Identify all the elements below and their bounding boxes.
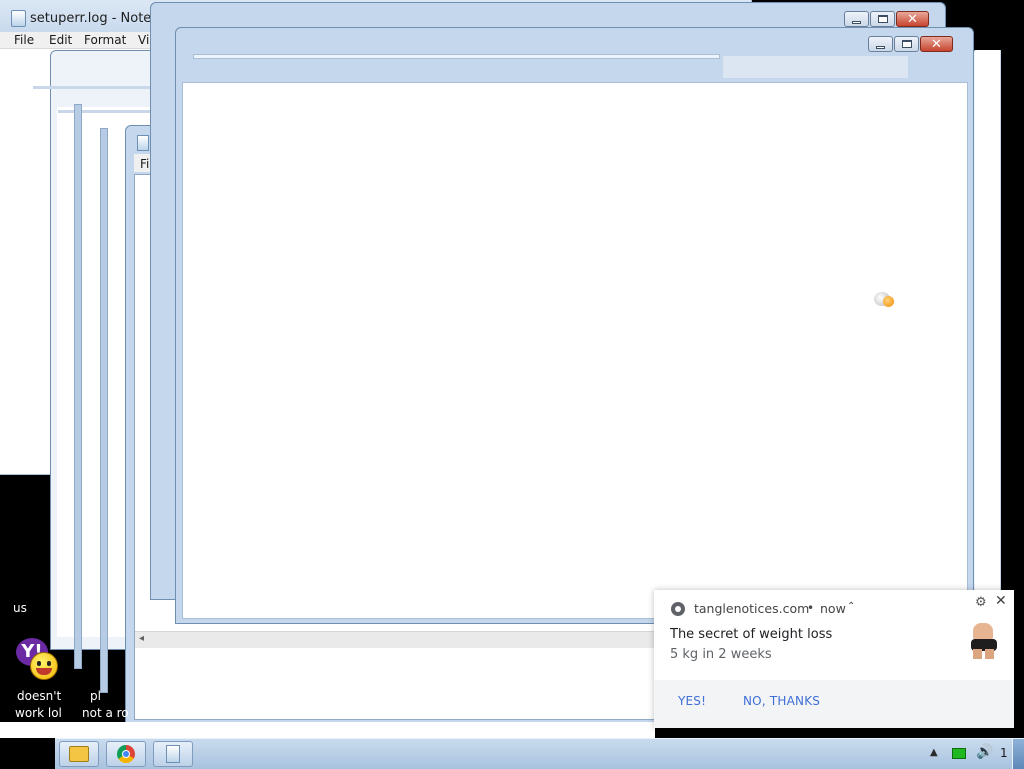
front-maximize-button[interactable] [894,36,919,52]
notification-time: now [820,601,846,616]
yahoo-messenger-icon[interactable]: Y! [16,638,60,682]
taskbar-chrome-button[interactable] [106,741,146,767]
show-desktop-button[interactable] [1012,739,1024,769]
menu-edit[interactable]: Edit [49,33,72,47]
network-icon[interactable] [952,748,966,759]
close-icon: ✕ [907,11,918,27]
menu-format[interactable]: Format [84,33,126,47]
front-minimize-button[interactable] [868,36,893,52]
front-window-content [182,82,968,619]
decline-button[interactable]: NO, THANKS [743,694,820,708]
notepad-icon [11,10,26,27]
taskbar-explorer-button[interactable] [59,741,99,767]
ghost-frame-left-1 [74,104,82,669]
taskbar: ▲ 🔊 1 [55,738,1024,769]
close-icon[interactable]: ✕ [995,593,1007,609]
desktop-icon-label: pl [90,689,101,703]
minimize-icon [852,20,861,24]
taskbar-notepad-button[interactable] [153,741,193,767]
middle-minimize-button[interactable] [844,11,869,27]
front-close-button[interactable]: ✕ [920,36,953,52]
tray-expand-icon[interactable]: ▲ [930,747,938,758]
ghost-notepad-icon [137,135,149,151]
right-edge-panel [975,50,1001,610]
notification-site: tanglenotices.com [694,601,810,616]
address-bar[interactable] [193,54,720,59]
middle-close-button[interactable]: ✕ [896,11,929,27]
ghost-caption-line [33,86,153,89]
search-box[interactable] [723,56,908,78]
menu-file[interactable]: File [14,33,34,47]
windows-explorer-icon [69,746,89,762]
busy-cursor-icon [874,290,896,308]
notification-message: 5 kg in 2 weeks [670,647,772,662]
ghost-menu-file: Fi [140,157,150,171]
maximize-icon [901,40,912,48]
desktop-label-fragment: us [13,601,27,615]
desktop-icon-label: not a ro [82,706,129,720]
close-icon: ✕ [931,36,942,52]
ghost-caption-line [58,110,158,113]
chrome-icon [117,745,135,763]
ghost-frame-left-2 [100,128,108,693]
notepad-title: setuperr.log - Notep [30,11,160,26]
chrome-small-icon [671,602,685,616]
notification-title: The secret of weight loss [670,627,833,642]
chevron-up-icon[interactable]: ⌃ [847,601,855,612]
bullet-separator: • [807,601,815,615]
notepad-icon [166,745,180,763]
clock[interactable]: 1 [1000,746,1008,760]
middle-maximize-button[interactable] [870,11,895,27]
minimize-icon [876,45,885,49]
volume-icon[interactable]: 🔊 [976,744,993,760]
desktop-icon-label: doesn't [17,689,62,703]
ghost-window-bottom [0,722,655,738]
scroll-left-arrow[interactable]: ◂ [139,633,144,644]
front-window: ✕ [175,27,974,624]
chrome-notification[interactable]: tanglenotices.com • now ⌃ ⚙ ✕ The secret… [654,590,1014,728]
gear-icon[interactable]: ⚙ [975,595,987,610]
maximize-icon [877,15,888,23]
notification-thumbnail [967,621,1001,659]
menu-view[interactable]: Vi [138,33,149,47]
notification-footer [654,680,1014,728]
accept-button[interactable]: YES! [678,694,706,708]
desktop-icon-label: work lol [15,706,62,720]
